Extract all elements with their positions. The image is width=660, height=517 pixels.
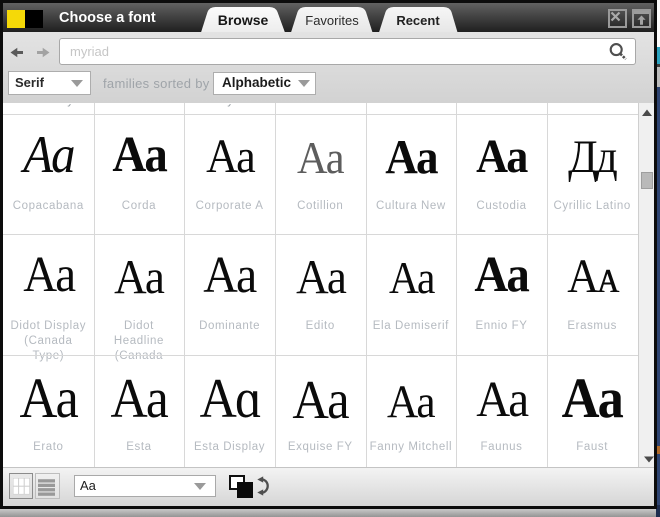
svg-text:Recent: Recent (396, 13, 440, 28)
svg-text:Browse: Browse (218, 12, 269, 28)
svg-text:Favorites: Favorites (305, 13, 359, 28)
